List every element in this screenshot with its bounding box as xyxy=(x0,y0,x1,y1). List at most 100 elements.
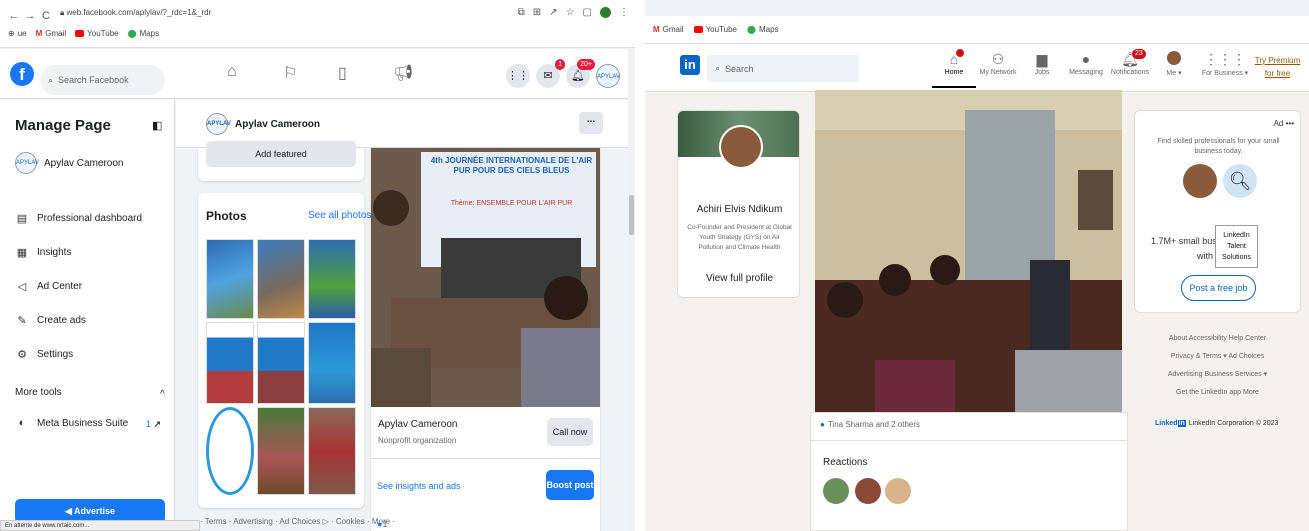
scrollbar-thumb[interactable] xyxy=(629,195,634,235)
bookmark-gmail[interactable]: M Gmail xyxy=(653,25,684,34)
bookmark-label: YouTube xyxy=(87,29,119,38)
nav-for-business[interactable]: ⋮⋮⋮ For Business ▾ xyxy=(1200,51,1250,77)
sidebar-item-label: Insights xyxy=(37,247,72,258)
linkedin-logo[interactable]: in xyxy=(680,55,700,75)
photo-thumbnail[interactable] xyxy=(308,407,356,495)
more-options-button[interactable]: ... xyxy=(579,112,603,134)
reactor-avatar[interactable] xyxy=(823,478,849,504)
nav-home[interactable]: ⌂ Home xyxy=(932,49,976,88)
megaphone-icon[interactable]: 📢︎ xyxy=(393,63,413,83)
try-premium-link[interactable]: Try Premium for free xyxy=(1250,54,1305,80)
menu-icon[interactable]: ⋮ xyxy=(619,7,629,18)
nav-messaging[interactable]: ● Messaging xyxy=(1064,51,1108,76)
bookmark-gmail[interactable]: M Gmail xyxy=(36,29,67,38)
search-icon: ⌕ xyxy=(48,74,54,85)
page-switcher[interactable]: APYLAV Apylav Cameroon xyxy=(15,152,123,174)
facebook-logo[interactable]: f xyxy=(10,62,34,86)
add-featured-button[interactable]: Add featured xyxy=(206,141,356,167)
view-full-profile-link[interactable]: View full profile xyxy=(678,273,799,284)
bookmark-youtube[interactable]: YouTube xyxy=(693,25,737,34)
photo-thumbnail[interactable] xyxy=(206,239,254,319)
nav-my-network[interactable]: ⚇ My Network xyxy=(976,51,1020,76)
sidebar-item-create-ads[interactable]: ✎ Create ads xyxy=(15,314,86,327)
share-icon[interactable]: ↗ xyxy=(549,7,557,18)
profile-icon[interactable] xyxy=(600,7,611,18)
see-all-photos-link[interactable]: See all photos xyxy=(308,210,371,221)
sidebar-item-professional-dashboard[interactable]: ▤ Professional dashboard xyxy=(15,212,142,225)
insights-icon: ▦ xyxy=(16,247,28,259)
ad-card: Ad ••• Find skilled professionals for yo… xyxy=(1134,110,1301,313)
megaphone-icon: ◀ xyxy=(64,506,75,516)
account-avatar[interactable]: APYLAV xyxy=(596,64,620,88)
profile-name[interactable]: Achiri Elvis Ndikum xyxy=(678,204,799,215)
nav-me[interactable]: Me ▾ xyxy=(1152,51,1196,77)
photo-thumbnail[interactable] xyxy=(206,322,254,404)
boost-post-button[interactable]: Boost post xyxy=(546,470,594,500)
browser-chrome: ← → C 🔒︎ web.facebook.com/aplylav/?_rdc=… xyxy=(0,0,635,48)
url-bar[interactable]: 🔒︎ web.facebook.com/aplylav/?_rdc=1&_rdr xyxy=(60,8,211,18)
sidepanel-icon[interactable]: ▢ xyxy=(583,7,592,18)
footer-links-row[interactable]: Advertising Business Services ▾ xyxy=(1140,369,1295,380)
photo-thumbnail[interactable] xyxy=(257,322,305,404)
footer-links[interactable]: · Terms · Advertising · Ad Choices ▷ · C… xyxy=(200,517,395,526)
translate-icon[interactable]: ⊞ xyxy=(533,7,541,18)
collapse-icon[interactable]: ◧ xyxy=(152,119,162,132)
chevron-up-icon[interactable]: ^ xyxy=(160,389,165,400)
external-link-icon[interactable]: ↗ xyxy=(154,419,162,429)
ad-more-icon[interactable]: ••• xyxy=(1286,119,1294,128)
bookmarks-bar: M Gmail YouTube ⬤ Maps xyxy=(653,25,779,34)
page-header[interactable]: APYLAV Apylav Cameroon xyxy=(206,113,320,135)
post-image[interactable]: 4th JOURNÉE INTERNATIONALE DE L'AIR PUR … xyxy=(371,148,600,407)
profile-avatar[interactable] xyxy=(719,125,763,169)
apylav-logo-thumbnail[interactable] xyxy=(206,407,254,495)
scrollbar[interactable] xyxy=(628,49,635,531)
post-page-name[interactable]: Apylav Cameroon xyxy=(378,419,457,430)
search-input[interactable]: ⌕ Search Facebook xyxy=(40,65,165,95)
photo-thumbnail[interactable] xyxy=(257,239,305,319)
bookmark-ue[interactable]: ⊕ ue xyxy=(8,29,27,38)
photo-thumbnail[interactable] xyxy=(308,322,356,404)
reactor-avatar[interactable] xyxy=(885,478,911,504)
page-avatar: APYLAV xyxy=(206,113,231,135)
photo-thumbnail[interactable] xyxy=(257,407,305,495)
messenger-icon[interactable]: ✉ 1 xyxy=(536,59,565,88)
footer-links-row[interactable]: Get the LinkedIn app More xyxy=(1140,387,1295,398)
footer-links-row[interactable]: Privacy & Terms ▾ Ad Choices xyxy=(1140,351,1295,362)
menu-grid-icon[interactable]: ⋮⋮ xyxy=(506,64,530,88)
notifications-icon[interactable]: 🔔︎ 20+ xyxy=(566,59,595,88)
search-input[interactable]: ⌕ Search xyxy=(707,55,859,82)
bookmark-maps[interactable]: ⬤ Maps xyxy=(128,29,160,38)
sidebar-item-settings[interactable]: ⚙ Settings xyxy=(15,348,73,361)
nav-label: My Network xyxy=(979,69,1017,76)
sidebar-item-insights[interactable]: ▦ Insights xyxy=(15,246,72,259)
nav-jobs[interactable]: ▆ Jobs xyxy=(1020,51,1064,76)
jobs-icon: ▆ xyxy=(1036,51,1048,67)
call-now-button[interactable]: Call now xyxy=(547,418,593,446)
reactor-avatar[interactable] xyxy=(855,478,881,504)
flag-icon[interactable]: ⚐ xyxy=(283,63,297,83)
see-insights-link[interactable]: See insights and ads xyxy=(377,481,461,491)
back-icon[interactable]: ← xyxy=(6,10,22,22)
bookmark-label: ue xyxy=(17,29,27,38)
nav-notifications[interactable]: 🔔︎ 23 Notifications xyxy=(1108,49,1152,76)
sidebar-item-meta-business-suite[interactable]: ◐ Meta Business Suite xyxy=(15,417,129,429)
reactions-title: Reactions xyxy=(823,457,868,468)
bookmark-youtube[interactable]: YouTube xyxy=(75,29,119,38)
sidebar-item-ad-center[interactable]: ◁ Ad Center xyxy=(15,280,82,293)
bookmarks-bar: ⊕ ue M Gmail YouTube ⬤ Maps xyxy=(8,29,159,38)
extension-icon[interactable]: ⧉ xyxy=(518,7,525,18)
footer-links-row[interactable]: About Accessibility Help Center xyxy=(1140,333,1295,344)
home-icon[interactable]: ⌂ xyxy=(227,63,237,81)
liked-by[interactable]: ● Tina Sharma and 2 others xyxy=(820,420,920,429)
bookmark-maps[interactable]: ⬤ Maps xyxy=(747,25,779,34)
photo-thumbnail[interactable] xyxy=(308,239,356,319)
post-free-job-button[interactable]: Post a free job xyxy=(1181,275,1256,301)
forward-icon[interactable]: → xyxy=(22,10,38,22)
like-icon: ● xyxy=(820,420,825,429)
star-icon[interactable]: ☆ xyxy=(566,7,575,18)
reload-icon[interactable]: C xyxy=(38,10,54,22)
more-tools-header[interactable]: More tools xyxy=(15,387,62,398)
feed-post-image[interactable] xyxy=(815,90,1122,412)
insights-nav-icon[interactable]: ▯ xyxy=(338,63,347,83)
copyright: Linkedin LinkedIn Corporation © 2023 xyxy=(1155,420,1278,427)
